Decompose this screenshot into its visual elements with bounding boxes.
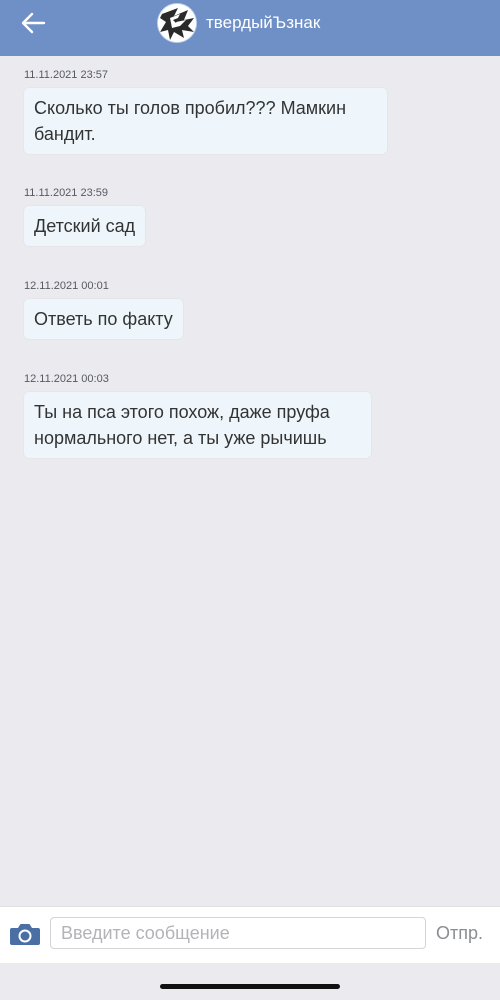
message-timestamp: 11.11.2021 23:57 <box>24 69 109 81</box>
home-indicator <box>160 984 340 989</box>
message-timestamp: 11.11.2021 23:59 <box>24 187 109 199</box>
message-bubble[interactable]: Детский сад <box>24 206 146 246</box>
camera-icon <box>10 924 40 945</box>
message-item: 12.11.2021 00:03 Ты на пса этого похож, … <box>24 372 371 458</box>
arrow-left-icon <box>21 12 46 34</box>
message-input[interactable] <box>50 917 426 949</box>
camera-button[interactable] <box>9 921 41 947</box>
chat-header: твердыйЪзнак <box>0 0 500 56</box>
message-composer: Отпр. <box>0 906 500 963</box>
message-bubble[interactable]: Ответь по факту <box>24 299 183 339</box>
contact-name[interactable]: твердыйЪзнак <box>206 12 320 34</box>
message-bubble[interactable]: Сколько ты голов пробил??? Мамкин бандит… <box>24 88 387 154</box>
send-button[interactable]: Отпр. <box>436 923 483 944</box>
message-item: 11.11.2021 23:59 Детский сад <box>24 186 146 246</box>
back-button[interactable] <box>18 8 58 38</box>
avatar-image <box>158 4 196 42</box>
message-item: 11.11.2021 23:57 Сколько ты голов пробил… <box>24 68 387 154</box>
message-timestamp: 12.11.2021 00:01 <box>24 280 109 292</box>
message-bubble[interactable]: Ты на пса этого похож, даже пруфа нормал… <box>24 392 371 458</box>
message-timestamp: 12.11.2021 00:03 <box>24 373 109 385</box>
message-item: 12.11.2021 00:01 Ответь по факту <box>24 279 183 339</box>
avatar[interactable] <box>158 4 196 42</box>
